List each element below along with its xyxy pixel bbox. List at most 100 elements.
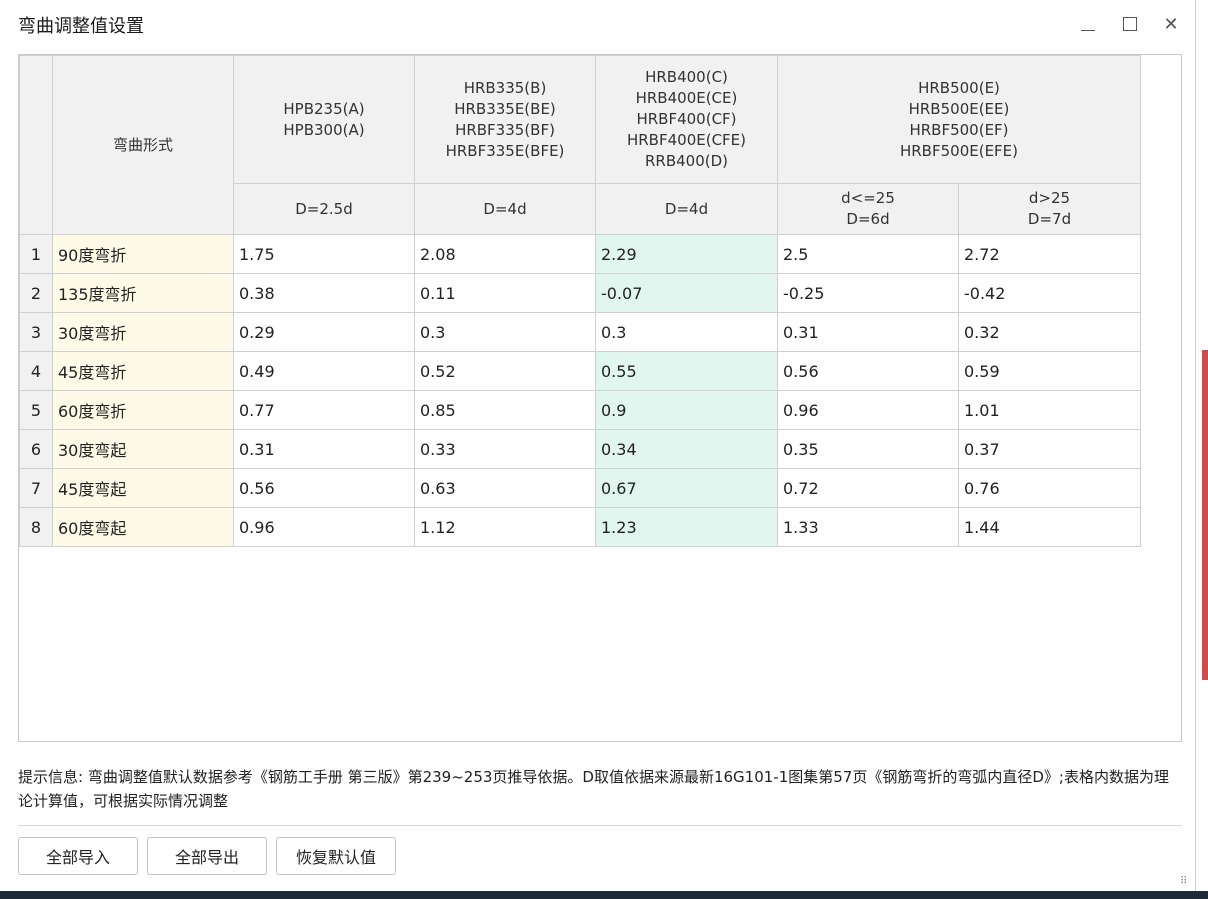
table-row[interactable]: 3 30度弯折 0.29 0.3 0.3 0.31 0.32 xyxy=(19,312,1141,352)
row-number: 3 xyxy=(19,312,53,352)
value-cell[interactable]: 0.32 xyxy=(958,312,1141,352)
divider xyxy=(18,825,1182,826)
background-taskbar-edge xyxy=(0,891,1208,899)
header-line: d>25 xyxy=(1028,189,1071,207)
row-number: 8 xyxy=(19,507,53,547)
value-cell[interactable]: 2.29 xyxy=(595,234,778,274)
import-all-button[interactable]: 全部导入 xyxy=(18,837,138,875)
value-cell[interactable]: -0.42 xyxy=(958,273,1141,313)
value-cell[interactable]: 0.63 xyxy=(414,468,596,508)
diameter-subheader: D=2.5d xyxy=(233,183,415,235)
table-row[interactable]: 1 90度弯折 1.75 2.08 2.29 2.5 2.72 xyxy=(19,234,1141,274)
table-row[interactable]: 8 60度弯起 0.96 1.12 1.23 1.33 1.44 xyxy=(19,507,1141,547)
diameter-subheader: d>25 D=7d xyxy=(958,183,1141,235)
value-cell[interactable]: 2.08 xyxy=(414,234,596,274)
close-icon: ✕ xyxy=(1163,13,1179,35)
value-cell[interactable]: 1.33 xyxy=(777,507,959,547)
value-cell[interactable]: 0.34 xyxy=(595,429,778,469)
value-cell[interactable]: 0.9 xyxy=(595,390,778,430)
header-line: D=7d xyxy=(1027,210,1072,228)
resize-grip-icon[interactable]: ⠿ xyxy=(1180,876,1187,887)
value-cell[interactable]: 1.75 xyxy=(233,234,415,274)
table-row[interactable]: 2 135度弯折 0.38 0.11 -0.07 -0.25 -0.42 xyxy=(19,273,1141,313)
value-cell[interactable]: 1.01 xyxy=(958,390,1141,430)
restore-default-button[interactable]: 恢复默认值 xyxy=(276,837,396,875)
value-cell[interactable]: 0.55 xyxy=(595,351,778,391)
value-cell[interactable]: 0.59 xyxy=(958,351,1141,391)
value-cell[interactable]: -0.25 xyxy=(777,273,959,313)
value-cell[interactable]: 0.35 xyxy=(777,429,959,469)
header-line: HRBF500(EF) xyxy=(909,120,1009,139)
bend-form-cell: 90度弯折 xyxy=(52,234,234,274)
bend-form-cell: 30度弯折 xyxy=(52,312,234,352)
row-number: 4 xyxy=(19,351,53,391)
diameter-subheader: D=4d xyxy=(414,183,596,235)
info-text: 提示信息: 弯曲调整值默认数据参考《钢筋工手册 第三版》第239~253页推导依… xyxy=(18,768,1169,810)
value-cell[interactable]: 0.38 xyxy=(233,273,415,313)
bend-form-cell: 60度弯折 xyxy=(52,390,234,430)
corner-header xyxy=(19,55,53,235)
value-cell[interactable]: 0.3 xyxy=(414,312,596,352)
header-line: RRB400(D) xyxy=(644,152,729,170)
row-number: 1 xyxy=(19,234,53,274)
header-line: HRBF335E(BFE) xyxy=(445,141,565,160)
value-cell[interactable]: -0.07 xyxy=(595,273,778,313)
row-number: 7 xyxy=(19,468,53,508)
value-cell[interactable]: 0.67 xyxy=(595,468,778,508)
value-cell[interactable]: 0.29 xyxy=(233,312,415,352)
header-line: HRBF400(CF) xyxy=(636,110,737,128)
value-cell[interactable]: 0.3 xyxy=(595,312,778,352)
grade-group-header: HPB235(A) HPB300(A) xyxy=(233,55,415,184)
adjustment-table: 弯曲形式 HPB235(A) HPB300(A) HRB335(B) HRB335E… xyxy=(19,55,1141,547)
bend-form-cell: 135度弯折 xyxy=(52,273,234,313)
value-cell[interactable]: 0.33 xyxy=(414,429,596,469)
header-line: HRB400(C) xyxy=(645,68,728,86)
form-header: 弯曲形式 xyxy=(52,55,234,235)
value-cell[interactable]: 2.5 xyxy=(777,234,959,274)
value-cell[interactable]: 0.31 xyxy=(777,312,959,352)
export-all-button[interactable]: 全部导出 xyxy=(147,837,267,875)
value-cell[interactable]: 0.76 xyxy=(958,468,1141,508)
adjustment-grid-panel[interactable]: 弯曲形式 HPB235(A) HPB300(A) HRB335(B) HRB335E… xyxy=(18,54,1182,742)
value-cell[interactable]: 0.72 xyxy=(777,468,959,508)
table-row[interactable]: 4 45度弯折 0.49 0.52 0.55 0.56 0.59 xyxy=(19,351,1141,391)
bend-form-cell: 30度弯起 xyxy=(52,429,234,469)
value-cell[interactable]: 1.44 xyxy=(958,507,1141,547)
bend-form-cell: 45度弯起 xyxy=(52,468,234,508)
value-cell[interactable]: 1.23 xyxy=(595,507,778,547)
value-cell[interactable]: 1.12 xyxy=(414,507,596,547)
value-cell[interactable]: 0.96 xyxy=(777,390,959,430)
header-line: HPB235(A) xyxy=(283,99,365,118)
value-cell[interactable]: 0.56 xyxy=(233,468,415,508)
diameter-subheader: d<=25 D=6d xyxy=(777,183,959,235)
header-line: D=4d xyxy=(664,199,709,218)
diameter-subheader: D=4d xyxy=(595,183,778,235)
value-cell[interactable]: 0.85 xyxy=(414,390,596,430)
header-line: D=6d xyxy=(846,210,890,228)
value-cell[interactable]: 2.72 xyxy=(958,234,1141,274)
value-cell[interactable]: 0.11 xyxy=(414,273,596,313)
header-line: D=2.5d xyxy=(295,199,353,218)
maximize-button[interactable] xyxy=(1116,10,1144,38)
minimize-button[interactable] xyxy=(1074,10,1102,38)
header-line: HPB300(A) xyxy=(283,120,365,139)
bend-form-cell: 45度弯折 xyxy=(52,351,234,391)
close-button[interactable]: ✕ xyxy=(1157,10,1185,38)
value-cell[interactable]: 0.31 xyxy=(233,429,415,469)
value-cell[interactable]: 0.56 xyxy=(777,351,959,391)
table-row[interactable]: 6 30度弯起 0.31 0.33 0.34 0.35 0.37 xyxy=(19,429,1141,469)
value-cell[interactable]: 0.49 xyxy=(233,351,415,391)
value-cell[interactable]: 0.96 xyxy=(233,507,415,547)
header-line: HRB335(B) xyxy=(463,78,547,97)
grade-group-header: HRB335(B) HRB335E(BE) HRBF335(BF) HRBF335E(… xyxy=(414,55,596,184)
value-cell[interactable]: 0.52 xyxy=(414,351,596,391)
table-row[interactable]: 7 45度弯起 0.56 0.63 0.67 0.72 0.76 xyxy=(19,468,1141,508)
value-cell[interactable]: 0.37 xyxy=(958,429,1141,469)
minimize-icon xyxy=(1081,29,1095,31)
title-bar[interactable]: 弯曲调整值设置 ✕ xyxy=(0,0,1196,46)
header-line: HRB500E(EE) xyxy=(908,99,1010,118)
header-line: D=4d xyxy=(483,199,527,218)
header-line: HRBF500E(EFE) xyxy=(899,141,1018,160)
table-row[interactable]: 5 60度弯折 0.77 0.85 0.9 0.96 1.01 xyxy=(19,390,1141,430)
value-cell[interactable]: 0.77 xyxy=(233,390,415,430)
